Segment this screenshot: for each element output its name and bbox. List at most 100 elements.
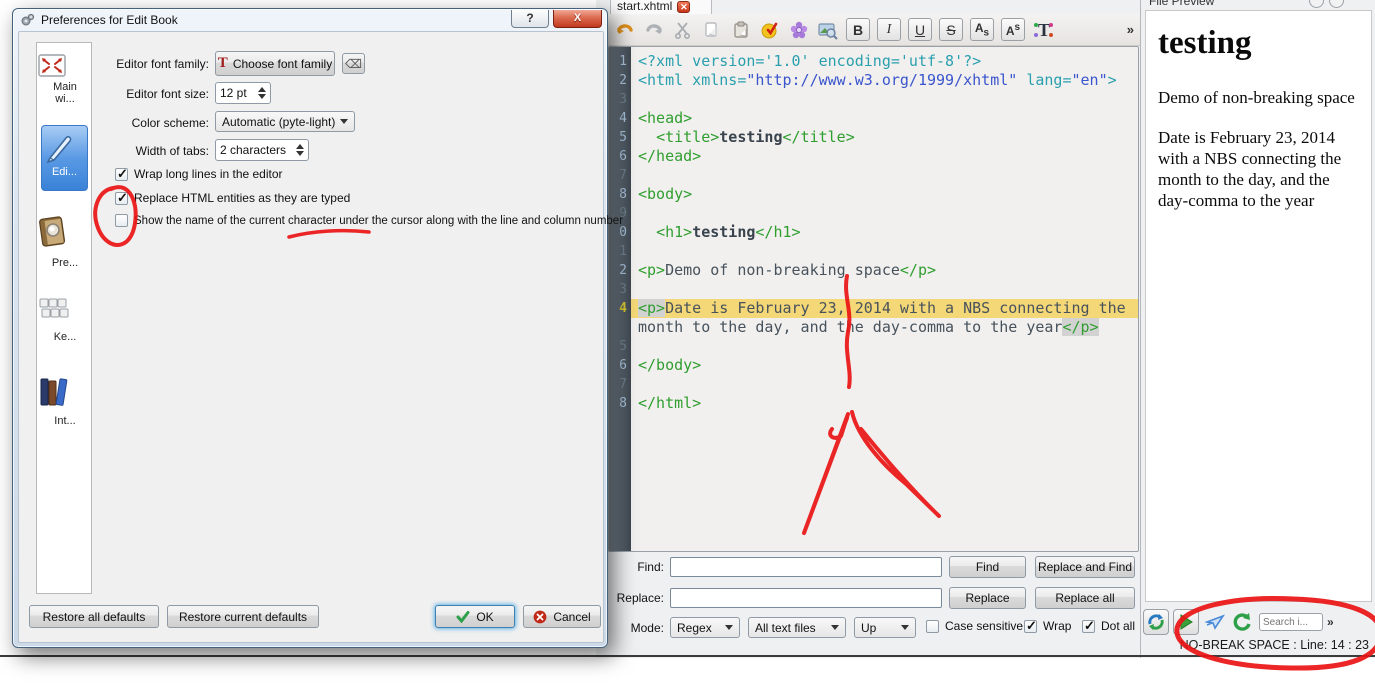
underline-button[interactable]: U — [908, 18, 932, 41]
code-line[interactable] — [631, 280, 1138, 299]
color-scheme-label: Color scheme: — [131, 116, 209, 130]
reload-preview-button[interactable] — [1231, 610, 1255, 634]
wrap-long-lines-checkbox[interactable] — [115, 166, 128, 182]
editor-pane: start.xhtml ✕ B I U S As As T » 1 2 3 4 … — [596, 0, 1140, 658]
replace-entities-checkbox[interactable] — [115, 190, 128, 206]
code-line[interactable] — [631, 242, 1138, 261]
chevron-down-icon — [725, 625, 733, 630]
superscript-button[interactable]: As — [1001, 18, 1025, 41]
sidebar-item-edit-selected[interactable]: Edi... — [41, 125, 88, 191]
code-line[interactable]: <p>Date is February 23, 2014 with a NBS … — [631, 299, 1138, 318]
direction-select[interactable]: Up — [854, 617, 916, 638]
paste-button[interactable] — [730, 19, 752, 41]
code-line[interactable]: <title>testing</title> — [631, 128, 1138, 147]
preview-toolbar-overflow-button[interactable]: » — [1327, 615, 1334, 629]
wrap-long-lines-label: Wrap long lines in the editor — [134, 167, 283, 181]
show-char-name-option[interactable]: Show the name of the current character u… — [115, 214, 623, 227]
code-line[interactable]: month to the day, and the day-comma to t… — [631, 318, 1138, 337]
find-input[interactable] — [670, 557, 942, 577]
mode-select[interactable]: Regex — [670, 617, 740, 638]
sidebar-item-keyboard[interactable]: Ke... — [37, 295, 93, 343]
file-preview-title: File Preview — [1149, 0, 1215, 8]
clear-font-button[interactable]: ⌫ — [342, 53, 365, 74]
code-line[interactable] — [631, 90, 1138, 109]
code-line[interactable]: <?xml version='1.0' encoding='utf-8'?> — [631, 52, 1138, 71]
close-panel-button[interactable] — [1329, 0, 1344, 8]
redo-button[interactable] — [643, 19, 665, 41]
dialog-help-button[interactable]: ? — [511, 10, 549, 28]
tab-start-xhtml[interactable]: start.xhtml ✕ — [610, 0, 712, 14]
code-line[interactable]: <body> — [631, 185, 1138, 204]
run-button[interactable] — [1173, 609, 1199, 635]
code-line[interactable] — [631, 337, 1138, 356]
wrap-long-lines-option[interactable]: Wrap long lines in the editor — [115, 166, 283, 182]
find-button[interactable]: Find — [949, 556, 1026, 578]
files-select[interactable]: All text files — [748, 617, 846, 638]
restore-all-defaults-button[interactable]: Restore all defaults — [29, 605, 159, 628]
sync-view-button[interactable] — [1143, 609, 1169, 635]
replace-all-button[interactable]: Replace all — [1035, 587, 1135, 609]
font-T-icon: T — [217, 55, 228, 71]
toolbar-overflow-button[interactable]: » — [1127, 22, 1134, 37]
tab-width-spinner[interactable]: 2 characters — [215, 139, 309, 161]
send-button[interactable] — [1203, 610, 1227, 634]
replace-input[interactable] — [670, 588, 942, 608]
show-char-name-checkbox[interactable] — [115, 214, 128, 227]
code-line[interactable]: </html> — [631, 394, 1138, 413]
preferences-dialog: Preferences for Edit Book ? X Main wi...… — [12, 8, 623, 648]
replace-and-find-button[interactable]: Replace and Find — [1035, 556, 1135, 578]
validate-html-button[interactable] — [759, 19, 781, 41]
dialog-close-button[interactable]: X — [553, 10, 602, 28]
editor-gutter: 123456789012345678 — [609, 47, 631, 551]
replace-entities-option[interactable]: Replace HTML entities as they are typed — [115, 190, 350, 206]
tab-close-icon[interactable]: ✕ — [677, 1, 691, 13]
code-line[interactable] — [631, 204, 1138, 223]
bold-button[interactable]: B — [846, 18, 870, 41]
text-format-button[interactable]: T — [1032, 19, 1054, 41]
wrap-option[interactable]: Wrap — [1024, 618, 1071, 634]
search-input[interactable] — [1259, 613, 1323, 631]
choose-font-family-button[interactable]: T Choose font family — [215, 51, 335, 76]
editor-toolbar: B I U S As As T » — [608, 14, 1140, 46]
italic-button[interactable]: I — [877, 18, 901, 41]
gutter-line-number: 1 — [619, 54, 627, 69]
case-sensitive-option[interactable]: Case sensitive — [926, 619, 1023, 633]
code-line[interactable]: </body> — [631, 356, 1138, 375]
dialog-title: Preferences for Edit Book — [41, 13, 178, 27]
insert-image-button[interactable] — [817, 19, 839, 41]
sidebar-item-interactive[interactable]: Int... — [37, 375, 93, 427]
tab-title: start.xhtml — [617, 0, 673, 13]
float-panel-button[interactable] — [1309, 0, 1324, 8]
code-line[interactable]: <p>Demo of non-breaking space</p> — [631, 261, 1138, 280]
code-editor[interactable]: 123456789012345678 <?xml version='1.0' e… — [608, 46, 1139, 552]
sidebar-item-preview[interactable]: Pre... — [37, 215, 93, 269]
copy-button[interactable] — [701, 19, 723, 41]
font-size-spinner[interactable]: 12 pt — [215, 82, 271, 104]
spellcheck-button[interactable] — [788, 19, 810, 41]
font-family-label: Editor font family: — [116, 57, 209, 71]
code-line[interactable] — [631, 166, 1138, 185]
dot-all-checkbox[interactable] — [1082, 618, 1095, 634]
strikethrough-button[interactable]: S — [939, 18, 963, 41]
ok-button[interactable]: OK — [435, 605, 515, 628]
paste-icon — [734, 21, 748, 38]
code-line[interactable]: <head> — [631, 109, 1138, 128]
replace-button[interactable]: Replace — [949, 587, 1026, 609]
spinner-arrows-icon[interactable] — [258, 87, 266, 99]
case-sensitive-checkbox[interactable] — [926, 619, 939, 633]
spinner-arrows-icon[interactable] — [296, 144, 304, 156]
wrap-checkbox[interactable] — [1024, 618, 1037, 634]
cut-button[interactable] — [672, 19, 694, 41]
code-line[interactable]: <h1>testing</h1> — [631, 223, 1138, 242]
chevron-down-icon — [901, 625, 909, 630]
code-line[interactable] — [631, 375, 1138, 394]
undo-button[interactable] — [614, 19, 636, 41]
code-area[interactable]: <?xml version='1.0' encoding='utf-8'?> <h… — [631, 47, 1138, 551]
code-line[interactable]: </head> — [631, 147, 1138, 166]
cancel-button[interactable]: Cancel — [523, 605, 601, 628]
color-scheme-select[interactable]: Automatic (pyte-light) — [215, 111, 355, 132]
dot-all-option[interactable]: Dot all — [1082, 618, 1135, 634]
subscript-button[interactable]: As — [970, 18, 994, 41]
code-line[interactable]: <html xmlns="http://www.w3.org/1999/xhtm… — [631, 71, 1138, 90]
restore-current-defaults-button[interactable]: Restore current defaults — [167, 605, 319, 628]
